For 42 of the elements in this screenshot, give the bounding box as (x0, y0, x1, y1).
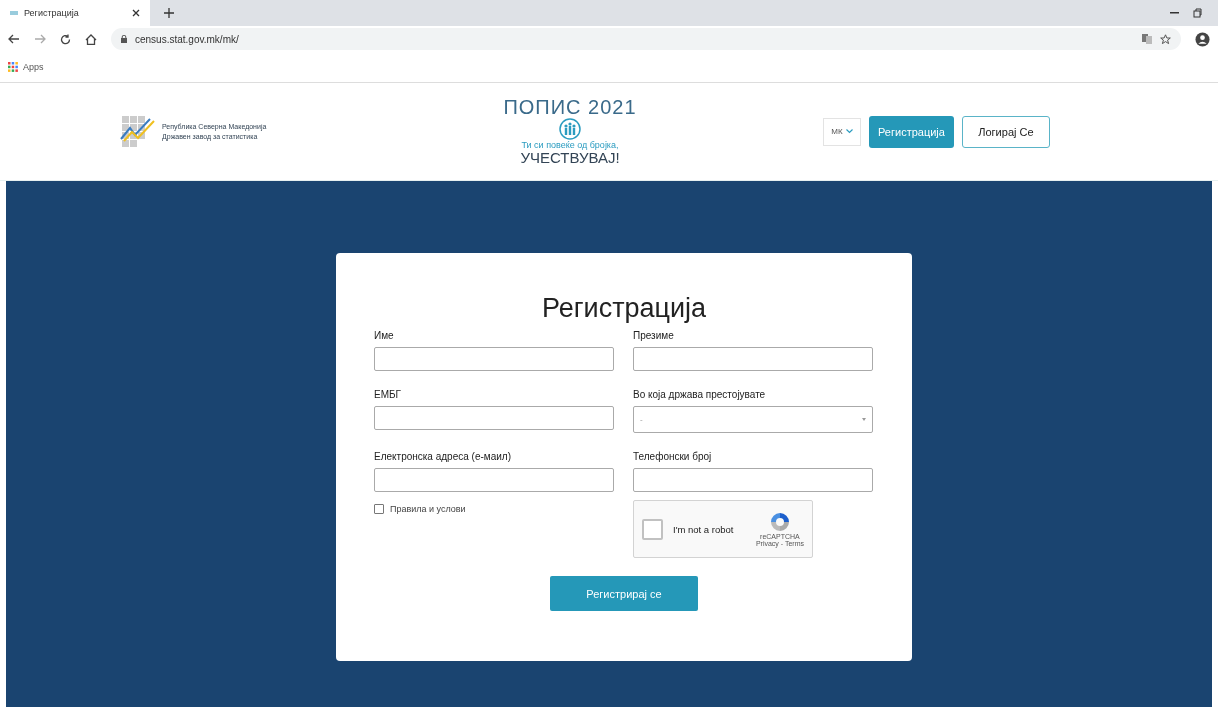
dropdown-arrow-icon (862, 418, 866, 421)
captcha-checkbox[interactable] (642, 518, 663, 540)
census-call: УЧЕСТВУВАЈ! (520, 150, 620, 167)
field-label: Име (374, 330, 395, 341)
translate-icon[interactable] (1142, 34, 1152, 44)
back-arrow-icon[interactable] (8, 34, 20, 44)
close-icon[interactable] (132, 9, 140, 17)
terms-checkbox[interactable]: Правила и услови (374, 504, 466, 514)
account-icon[interactable] (1195, 31, 1210, 47)
apps-grid-icon (8, 62, 18, 72)
address-bar[interactable]: census.stat.gov.mk/mk/ (111, 28, 1181, 50)
input-field[interactable] (374, 406, 614, 430)
new-tab-icon[interactable] (164, 8, 174, 18)
lock-icon (121, 35, 127, 43)
input-field[interactable] (374, 347, 614, 371)
field-label: Во која држава престојувате (633, 389, 767, 400)
home-icon[interactable] (85, 33, 97, 45)
login-button[interactable]: Логирај Се (961, 115, 1050, 148)
minimize-icon[interactable] (1170, 12, 1179, 14)
input-field[interactable] (633, 468, 873, 492)
input-field[interactable] (374, 468, 614, 492)
chart-logo-icon (120, 113, 156, 150)
reload-icon[interactable] (60, 33, 71, 45)
field-label: ЕМБГ (374, 389, 402, 400)
language-dropdown[interactable]: МК (823, 117, 861, 146)
browser-tab[interactable]: Регистрација (0, 0, 150, 26)
form-title: Регистрација (541, 293, 707, 324)
chevron-down-icon (845, 129, 853, 134)
forward-arrow-icon[interactable] (34, 34, 46, 44)
restore-icon[interactable] (1193, 8, 1202, 18)
star-icon[interactable] (1160, 33, 1171, 45)
family-logo-icon (559, 118, 581, 141)
field-label: Електронска адреса (е-маил) (374, 451, 512, 462)
captcha-label: I'm not a robot (673, 523, 734, 535)
favicon-icon (10, 11, 18, 15)
recaptcha-logo-icon (768, 511, 791, 533)
census-title: ПОПИС 2021 (503, 96, 637, 119)
census-slogan: Ти си повеќе од бројка, (521, 140, 619, 151)
input-field[interactable] (633, 347, 873, 371)
field-label: Презиме (633, 330, 675, 341)
bookmark-item[interactable]: Apps (8, 62, 44, 72)
field-label: Телефонски број (633, 451, 713, 462)
